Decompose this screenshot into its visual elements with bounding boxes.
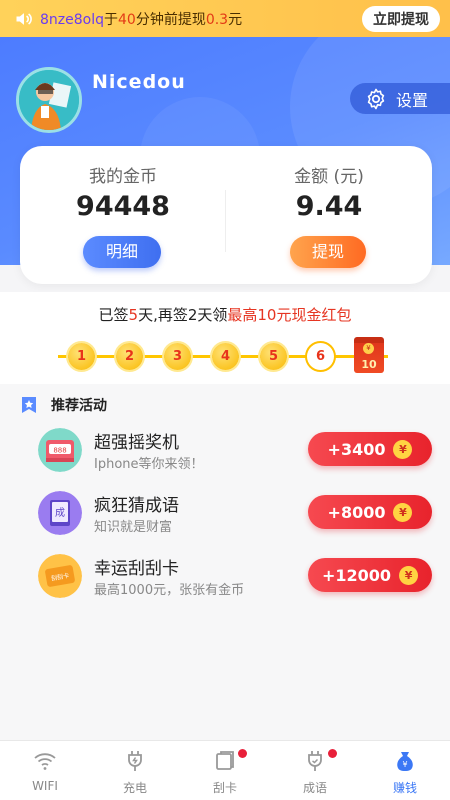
activity-item[interactable]: 888 超强摇奖机 Iphone等你来领！ +3400 ¥ (0, 424, 450, 480)
activity-item[interactable]: 成 疯狂猜成语 知识就是财富 +8000 ¥ (0, 487, 450, 543)
svg-text:¥: ¥ (402, 760, 407, 769)
notification-dot (328, 749, 337, 758)
amount-value: 9.44 (295, 191, 363, 222)
notification-dot (238, 749, 247, 758)
activity-subtitle: Iphone等你来领！ (94, 457, 204, 472)
reward-amount: +3400 (327, 439, 386, 459)
reward-amount: +8000 (327, 502, 386, 522)
signin-day-2[interactable]: 2 (116, 343, 143, 370)
avatar[interactable] (16, 67, 82, 133)
signin-day-1[interactable]: 1 (68, 343, 95, 370)
tab-label: WIFI (32, 779, 58, 793)
activity-title: 疯狂猜成语 (94, 496, 179, 516)
settings-button[interactable]: 设置 (350, 83, 450, 114)
signin-text-b: 天,再签2天领 (138, 306, 228, 324)
amount-column: 金额 (元) 9.44 (226, 162, 432, 222)
yen-coin-icon: ¥ (399, 565, 419, 585)
reward-button[interactable]: +12000 ¥ (308, 558, 432, 592)
ticker-at: 于 (104, 11, 118, 28)
ticker-message: 8nze8olq于40分钟前提现0.3元 (40, 9, 362, 29)
yen-coin-icon: ¥ (393, 502, 413, 522)
svg-text:成: 成 (55, 507, 65, 519)
ticker-minutes: 40 (118, 11, 136, 28)
ticker-text: 分钟前提现 (135, 11, 206, 28)
tab-idiom[interactable]: 成语 (270, 741, 360, 800)
activities-header: 推荐活动 (20, 395, 107, 415)
signin-day-4[interactable]: 4 (212, 343, 239, 370)
username: Nicedou (92, 71, 186, 93)
withdraw-button[interactable]: 提现 (290, 236, 366, 268)
tab-scratch[interactable]: 刮卡 (180, 741, 270, 800)
tab-label: 赚钱 (392, 781, 417, 795)
yen-coin-icon: ¥ (393, 439, 413, 459)
reward-button[interactable]: +8000 ¥ (308, 495, 432, 529)
tab-label: 成语 (302, 781, 327, 795)
signin-day-6[interactable]: 6 (307, 343, 334, 370)
activity-item[interactable]: 刮刮卡 幸运刮刮卡 最高1000元，张张有金币 +12000 ¥ (0, 550, 450, 606)
signin-section: 已签5天,再签2天领最高10元现金红包 1 2 3 4 5 6 ¥ 10 (0, 292, 450, 384)
activities-title: 推荐活动 (51, 398, 107, 414)
tab-label: 刮卡 (212, 781, 237, 795)
signin-day-5[interactable]: 5 (260, 343, 287, 370)
activity-subtitle: 知识就是财富 (94, 520, 173, 535)
withdraw-now-button[interactable]: 立即提现 (362, 5, 440, 32)
money-bag-icon: ¥ (397, 752, 413, 771)
charger-icon (128, 751, 142, 771)
idiom-icon (308, 751, 322, 771)
signin-text: 已签5天,再签2天领最高10元现金红包 (0, 304, 450, 325)
ticker-amount: 0.3 (205, 11, 229, 28)
settings-label: 设置 (396, 90, 429, 110)
coins-label: 我的金币 (89, 167, 157, 187)
balance-card: 我的金币 94448 金额 (元) 9.44 明细 提现 (20, 146, 432, 284)
bottom-tab-bar: WIFI 充电 刮卡 成语 ¥ 赚钱 (0, 740, 450, 800)
signin-days-count: 5 (128, 306, 139, 324)
amount-label: 金额 (元) (294, 167, 364, 187)
coins-column: 我的金币 94448 (20, 162, 226, 222)
ticker-user: 8nze8olq (40, 11, 104, 28)
activity-subtitle: 最高1000元，张张有金币 (94, 583, 245, 598)
detail-button[interactable]: 明细 (83, 236, 161, 268)
reward-button[interactable]: +3400 ¥ (308, 432, 432, 466)
gear-icon (367, 88, 385, 109)
ticker-unit: 元 (228, 11, 243, 28)
reward-amount: +12000 (321, 565, 392, 585)
red-packet-amount: 10 (361, 358, 377, 371)
red-packet-reward[interactable]: ¥ 10 (354, 337, 384, 373)
scratch-card-icon: 刮刮卡 (38, 554, 82, 598)
svg-text:888: 888 (53, 447, 66, 455)
speaker-icon (16, 12, 32, 25)
activity-title: 超强摇奖机 (94, 433, 179, 453)
yen-coin-icon: ¥ (363, 343, 374, 354)
slot-machine-icon: 888 (38, 428, 82, 472)
tab-earn[interactable]: ¥ 赚钱 (360, 741, 450, 800)
wifi-icon (34, 753, 56, 770)
signin-highlight: 最高10元现金红包 (227, 306, 352, 324)
idiom-book-icon: 成 (38, 491, 82, 535)
activities-section: 推荐活动 888 超强摇奖机 Iphone等你来领！ +3400 ¥ 成 疯狂猜… (0, 384, 450, 740)
tab-wifi[interactable]: WIFI (0, 741, 90, 800)
activity-title: 幸运刮刮卡 (94, 559, 179, 579)
coins-value: 94448 (76, 191, 170, 222)
avatar-illustration-icon (19, 70, 79, 130)
card-icon (216, 751, 234, 770)
tab-charge[interactable]: 充电 (90, 741, 180, 800)
signin-text-a: 已签 (98, 306, 129, 324)
signin-day-3[interactable]: 3 (164, 343, 191, 370)
tab-label: 充电 (122, 781, 147, 795)
star-badge-icon (22, 397, 36, 413)
withdraw-ticker: 8nze8olq于40分钟前提现0.3元 立即提现 (0, 0, 450, 37)
